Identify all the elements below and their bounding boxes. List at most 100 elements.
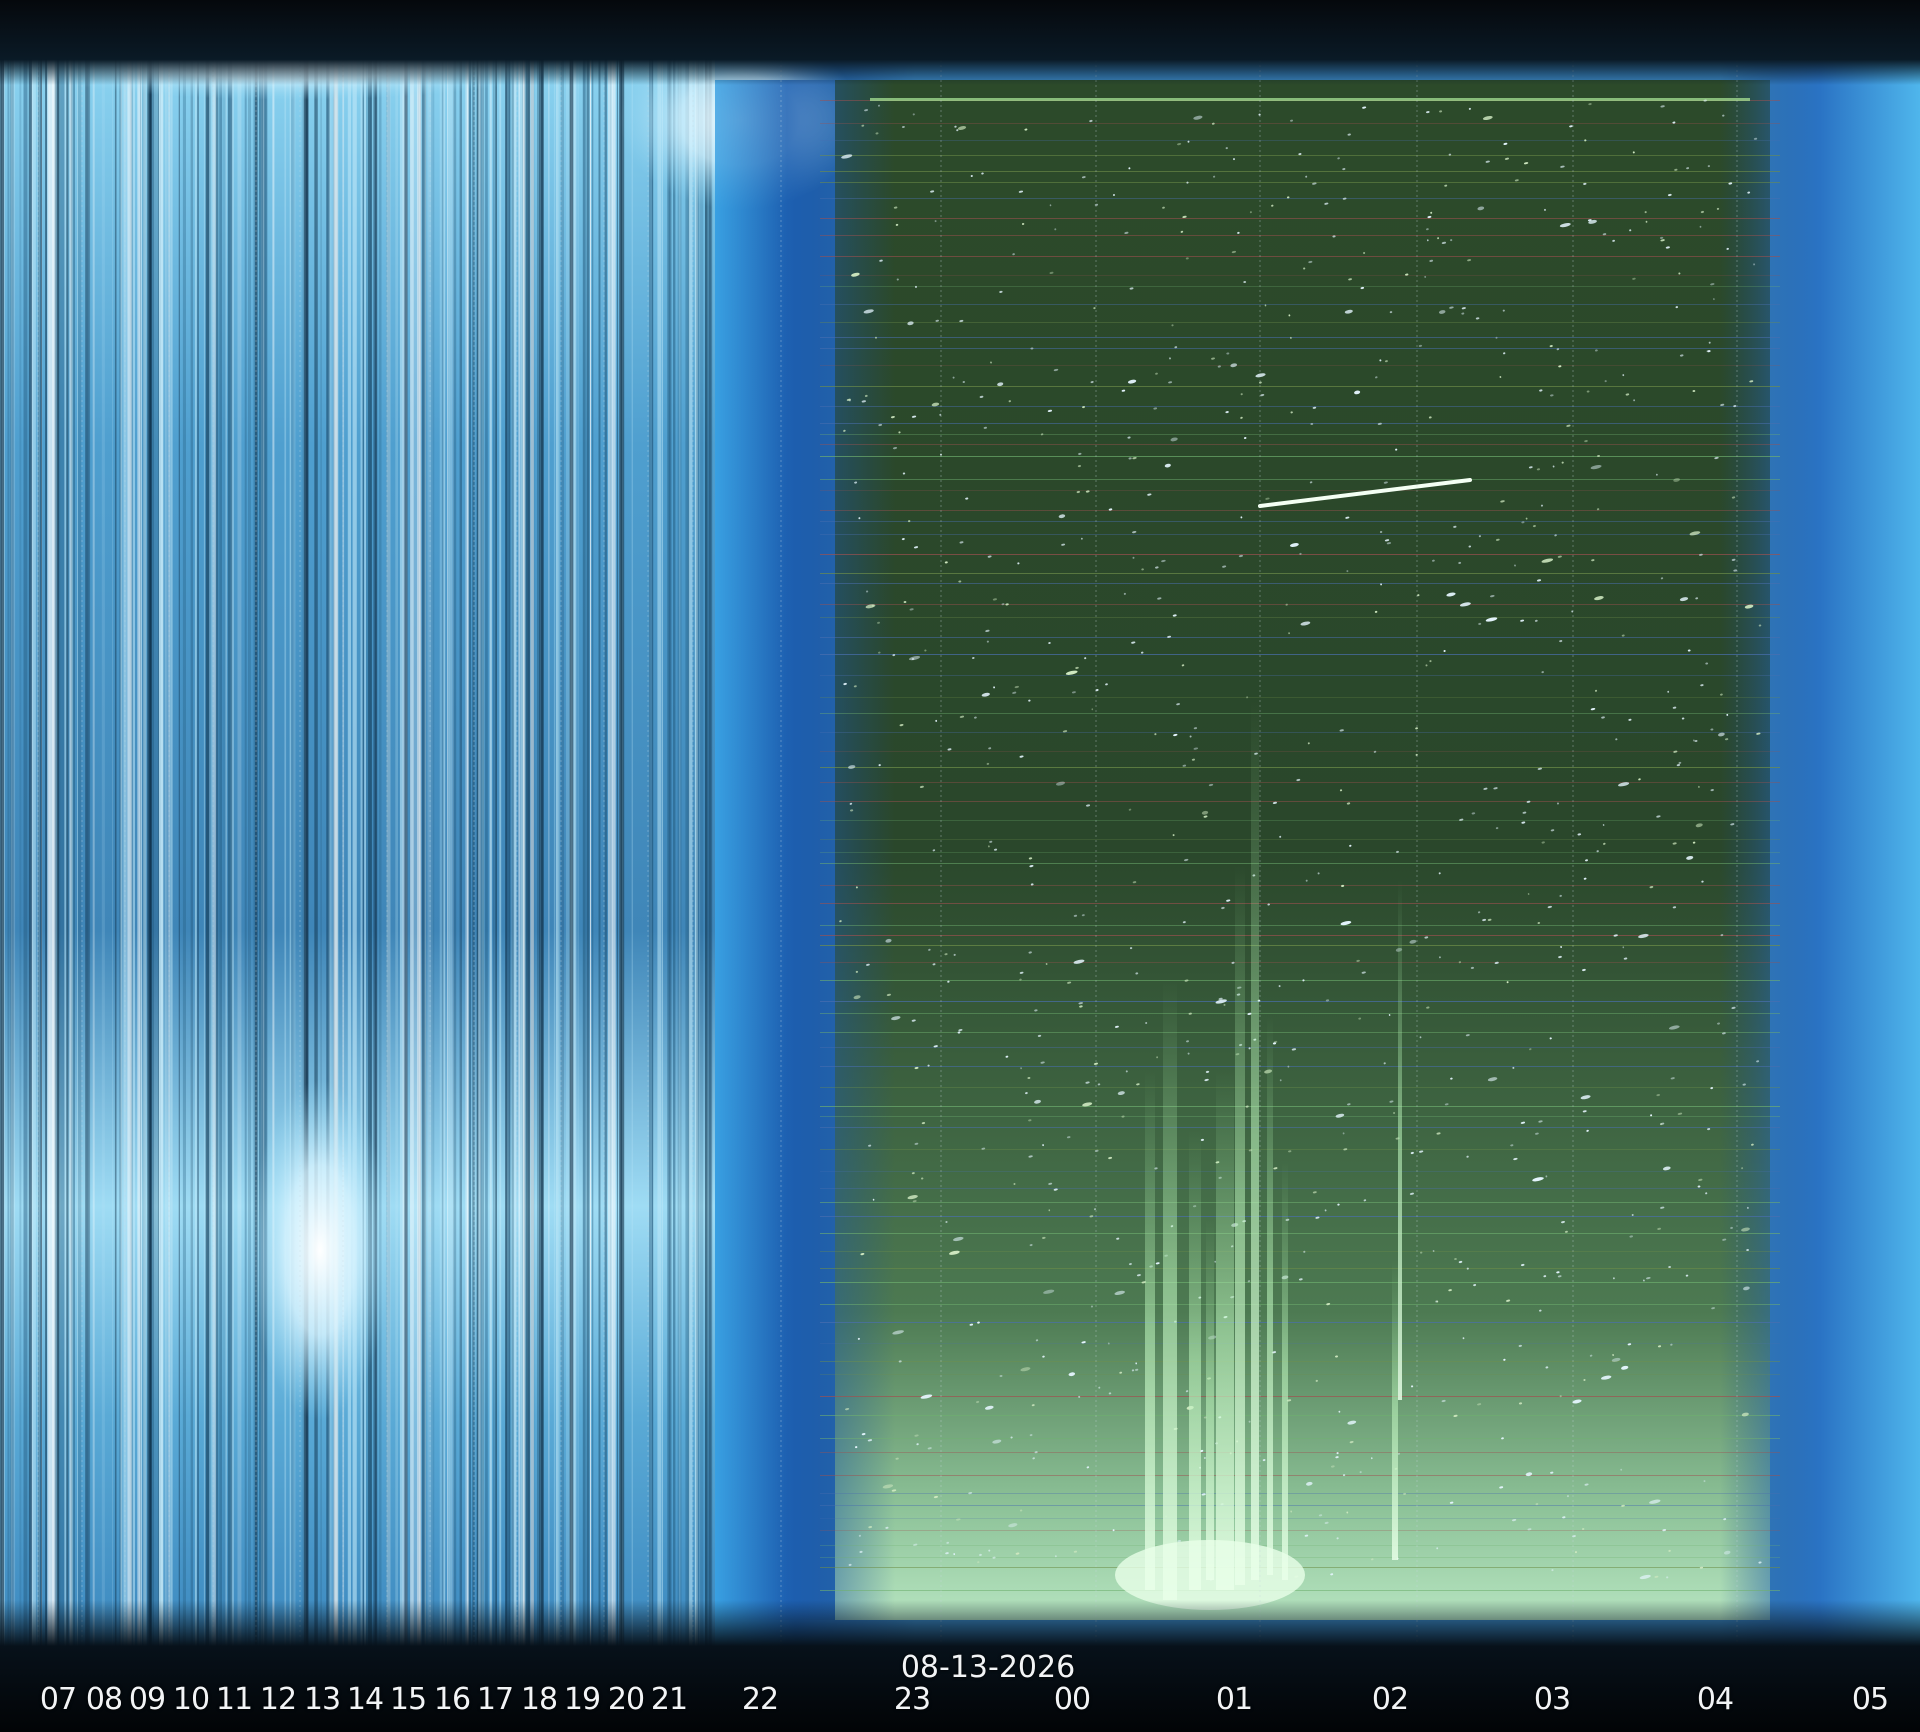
aurora-pillar <box>1392 1260 1398 1560</box>
day-streak <box>481 40 485 1660</box>
day-streak <box>590 40 592 1660</box>
scan-line <box>820 962 1780 963</box>
scan-line <box>820 348 1780 349</box>
day-streak <box>424 40 427 1660</box>
day-streak <box>617 40 618 1660</box>
scan-line <box>820 1415 1780 1416</box>
hour-label: 14 <box>346 1682 384 1717</box>
day-streak <box>528 40 530 1660</box>
aurora-pillar <box>1216 1070 1234 1590</box>
day-streak <box>249 40 251 1660</box>
day-streak <box>513 40 517 1660</box>
scan-line <box>820 732 1780 733</box>
scan-line <box>820 852 1780 853</box>
day-streak <box>289 40 291 1660</box>
scan-line <box>820 1343 1780 1344</box>
day-streak <box>237 40 242 1660</box>
scan-line <box>820 1438 1780 1439</box>
scan-line <box>820 1001 1780 1002</box>
day-streak <box>23 40 28 1660</box>
top-edge <box>0 0 1920 85</box>
scan-line <box>820 1374 1780 1375</box>
day-streak <box>431 40 435 1660</box>
day-streak <box>9 40 14 1660</box>
scan-line <box>820 863 1780 864</box>
scan-line <box>820 1188 1780 1189</box>
hour-label: 11 <box>215 1682 253 1717</box>
day-streak <box>548 40 550 1660</box>
day-streak <box>101 40 105 1660</box>
day-streak <box>364 40 366 1660</box>
day-streak <box>301 40 303 1660</box>
scan-line <box>820 903 1780 904</box>
hour-label: 00 <box>1053 1682 1091 1717</box>
sun-glare <box>250 1080 390 1420</box>
day-streak <box>604 40 607 1660</box>
scan-line <box>820 1127 1780 1128</box>
scan-line <box>820 434 1780 435</box>
daytime-region <box>0 40 715 1660</box>
day-streak <box>699 40 704 1660</box>
scan-line <box>820 782 1780 783</box>
scan-line <box>820 510 1780 511</box>
day-streak <box>64 40 66 1660</box>
scan-line <box>820 275 1780 276</box>
day-streak <box>120 40 123 1660</box>
day-streak <box>705 40 708 1660</box>
scan-line <box>820 980 1780 981</box>
day-streak <box>57 40 61 1660</box>
scan-line <box>820 1557 1780 1558</box>
day-streak <box>524 40 527 1660</box>
day-streak <box>248 40 250 1660</box>
scan-line <box>820 675 1780 676</box>
hour-label: 12 <box>259 1682 297 1717</box>
scan-line <box>820 604 1780 605</box>
day-streak <box>227 40 233 1660</box>
scan-line <box>820 801 1780 802</box>
day-streak <box>374 40 378 1660</box>
scan-line <box>820 767 1780 768</box>
scan-line <box>820 1282 1780 1283</box>
day-streak <box>77 40 78 1660</box>
day-streak <box>360 40 363 1660</box>
day-streak <box>395 40 398 1660</box>
aurora-pillar <box>1163 980 1177 1600</box>
day-streak <box>207 40 211 1660</box>
day-streak <box>77 40 82 1660</box>
day-streak <box>370 40 372 1660</box>
day-streak <box>178 40 180 1660</box>
scan-line <box>820 198 1780 199</box>
hour-label: 20 <box>607 1682 645 1717</box>
scan-line <box>820 423 1780 424</box>
scan-line <box>820 583 1780 584</box>
day-streak <box>577 40 579 1660</box>
day-streak <box>333 40 338 1660</box>
aurora-pillar <box>1282 1160 1288 1580</box>
scan-line <box>820 256 1780 257</box>
scan-line <box>820 322 1780 323</box>
day-streak <box>679 40 681 1660</box>
day-streak <box>112 40 113 1660</box>
day-streak <box>132 40 135 1660</box>
day-streak <box>284 40 287 1660</box>
day-streak <box>32 40 36 1660</box>
scan-line <box>820 1530 1780 1531</box>
aurora-pillar <box>1398 880 1402 1400</box>
scan-line <box>820 1013 1780 1014</box>
scan-line <box>820 337 1780 338</box>
scan-line <box>820 1322 1780 1323</box>
scan-line <box>820 885 1780 886</box>
day-streak <box>505 40 511 1660</box>
day-streak <box>169 40 173 1660</box>
scan-line <box>820 820 1780 821</box>
day-streak <box>222 40 226 1660</box>
scan-line <box>820 1066 1780 1067</box>
day-streak <box>493 40 495 1660</box>
scan-line <box>820 713 1780 714</box>
scan-line <box>820 286 1780 287</box>
day-streak <box>657 40 662 1660</box>
day-streak <box>673 40 676 1660</box>
day-streak <box>565 40 570 1660</box>
hour-label: 03 <box>1533 1682 1571 1717</box>
scan-line <box>820 1304 1780 1305</box>
